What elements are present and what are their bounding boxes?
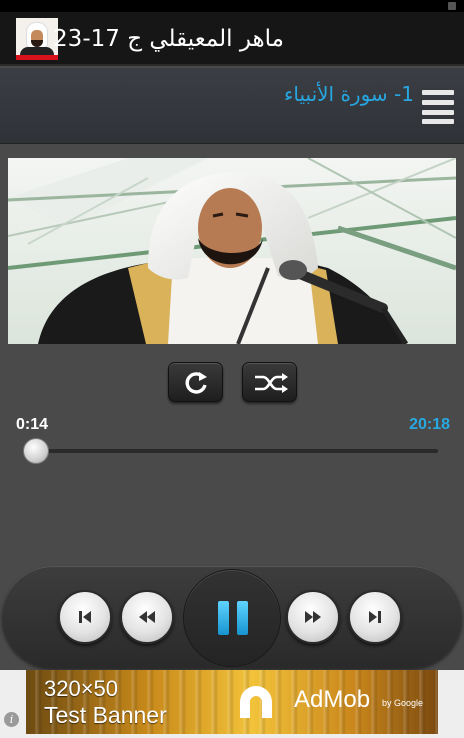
ad-size-label: 320×50 <box>44 676 119 701</box>
reciter-photo <box>8 158 456 344</box>
previous-track-button[interactable] <box>58 590 112 644</box>
next-track-button[interactable] <box>348 590 402 644</box>
admob-by-google: by Google <box>382 698 424 708</box>
ad-banner[interactable]: 320×50 Test Banner AdMob by Google <box>0 670 464 738</box>
app-icon[interactable] <box>16 18 58 60</box>
seek-bar[interactable] <box>28 449 438 453</box>
pause-icon <box>218 601 248 635</box>
ad-creative[interactable]: 320×50 Test Banner AdMob by Google <box>26 670 438 734</box>
track-header: 1- سورة الأنبياء <box>0 68 464 144</box>
fast-forward-button[interactable] <box>286 590 340 644</box>
admob-brand: AdMob <box>294 686 371 713</box>
hamburger-menu-icon[interactable] <box>422 90 454 124</box>
player-screen: ماهر المعيقلي ج 17-23 1- سورة الأنبياء 0… <box>0 0 464 738</box>
play-pause-button[interactable] <box>183 569 281 667</box>
battery-icon <box>448 2 456 10</box>
seek-bar-thumb[interactable] <box>22 438 49 464</box>
shuffle-button[interactable] <box>242 362 297 402</box>
ad-text: Test Banner <box>44 702 167 728</box>
repeat-button[interactable] <box>168 362 223 402</box>
app-title: ماهر المعيقلي ج 17-23 <box>53 26 284 52</box>
track-title: 1- سورة الأنبياء <box>284 82 414 106</box>
rewind-button[interactable] <box>120 590 174 644</box>
ad-info-icon[interactable]: i <box>4 712 19 727</box>
shuffle-icon <box>255 373 288 393</box>
rewind-icon <box>139 611 155 623</box>
app-icon-band <box>16 55 58 60</box>
current-time: 0:14 <box>16 416 49 433</box>
skip-next-icon <box>369 611 381 623</box>
reciter-artwork <box>8 158 456 344</box>
skip-previous-icon <box>79 611 91 623</box>
total-time: 20:18 <box>409 416 450 433</box>
admob-logo-icon <box>240 686 272 718</box>
action-bar: ماهر المعيقلي ج 17-23 <box>0 12 464 66</box>
status-bar <box>0 0 464 12</box>
repeat-icon <box>185 372 207 394</box>
fast-forward-icon <box>305 611 321 623</box>
